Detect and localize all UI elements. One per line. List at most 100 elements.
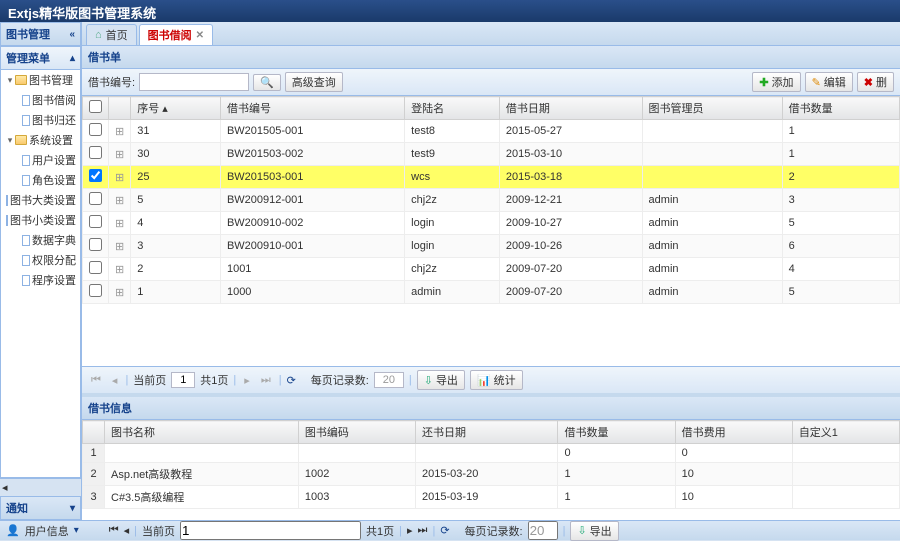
add-button[interactable]: ✚添加 (752, 72, 800, 92)
total-pages-label: 共1页 (200, 372, 228, 388)
page-input[interactable] (171, 372, 195, 388)
row-checkbox[interactable] (89, 192, 102, 205)
close-icon[interactable]: ✕ (196, 30, 204, 41)
table-row[interactable]: 100 (83, 444, 900, 463)
row-checkbox[interactable] (89, 146, 102, 159)
cell: BW200910-001 (220, 235, 404, 258)
export-button[interactable]: ⇩导出 (417, 370, 465, 390)
expander-icon[interactable]: ▾ (5, 135, 15, 146)
footer-export-button[interactable]: ⇩导出 (570, 521, 618, 541)
tree-node[interactable]: 图书大类设置 (1, 190, 80, 210)
row-expander-icon[interactable]: ⊞ (109, 235, 131, 258)
export-icon: ⇩ (577, 524, 586, 537)
column-header[interactable]: 序号 ▴ (131, 97, 221, 120)
table-row[interactable]: ⊞4BW200910-002login2009-10-27admin5 (83, 212, 900, 235)
edit-button[interactable]: ✎编辑 (805, 72, 853, 92)
row-checkbox[interactable] (89, 261, 102, 274)
row-expander-icon[interactable]: ⊞ (109, 143, 131, 166)
row-checkbox[interactable] (89, 238, 102, 251)
table-row[interactable]: ⊞25BW201503-001wcs2015-03-182 (83, 166, 900, 189)
column-header[interactable]: 借书编号 (220, 97, 404, 120)
perpage-input[interactable] (374, 372, 404, 388)
row-expander-icon[interactable]: ⊞ (109, 212, 131, 235)
delete-button[interactable]: ✖删 (857, 72, 894, 92)
footer-perpage-label: 每页记录数: (465, 523, 523, 539)
column-header[interactable]: 借书数量 (782, 97, 899, 120)
row-expander-icon[interactable]: ⊞ (109, 166, 131, 189)
footer-page-input[interactable] (180, 521, 361, 540)
refresh-icon[interactable]: ⟳ (287, 374, 296, 387)
tree-node[interactable]: 用户设置 (1, 150, 80, 170)
footer-perpage-input[interactable] (528, 521, 558, 540)
user-info-label[interactable]: 用户信息 (25, 523, 69, 539)
user-expand-icon[interactable]: ▾ (74, 525, 79, 536)
table-row[interactable]: 2Asp.net高级教程10022015-03-20110 (83, 463, 900, 486)
table-row[interactable]: ⊞3BW200910-001login2009-10-26admin6 (83, 235, 900, 258)
footer-refresh-icon[interactable]: ⟳ (440, 524, 449, 537)
row-checkbox[interactable] (89, 169, 102, 182)
table-row[interactable]: ⊞31BW201505-001test82015-05-271 (83, 120, 900, 143)
tab[interactable]: ⌂首页 (86, 24, 137, 45)
cell: 1 (782, 120, 899, 143)
tree-node[interactable]: 程序设置 (1, 270, 80, 290)
adv-search-button[interactable]: 高级查询 (285, 72, 343, 92)
expander-icon[interactable]: ▾ (5, 75, 15, 86)
column-header[interactable]: 借书数量 (558, 421, 675, 444)
last-page-button[interactable]: ⏭ (258, 374, 274, 387)
leaf-icon (22, 115, 30, 126)
table-row[interactable]: 3C#3.5高级编程10032015-03-19110 (83, 486, 900, 509)
tree-node[interactable]: 角色设置 (1, 170, 80, 190)
expand-down-icon[interactable]: ▾ (70, 503, 75, 514)
select-all-checkbox[interactable] (89, 100, 102, 113)
column-header[interactable]: 借书日期 (499, 97, 642, 120)
tree-node[interactable]: 图书归还 (1, 110, 80, 130)
row-expander-icon[interactable]: ⊞ (109, 258, 131, 281)
column-header[interactable]: 还书日期 (416, 421, 558, 444)
row-expander-icon[interactable]: ⊞ (109, 281, 131, 304)
footer-last-button[interactable]: ⏭ (418, 524, 428, 537)
column-header[interactable]: 借书费用 (675, 421, 792, 444)
row-checkbox[interactable] (89, 123, 102, 136)
collapse-up-icon[interactable]: ▴ (70, 53, 75, 64)
stat-button[interactable]: 📊统计 (470, 370, 523, 390)
table-row[interactable]: ⊞21001chj2z2009-07-20admin4 (83, 258, 900, 281)
tree-scroll-left[interactable]: ◂ (0, 478, 81, 496)
tree-node[interactable]: 权限分配 (1, 250, 80, 270)
column-header[interactable]: 自定义1 (792, 421, 899, 444)
collapse-left-icon[interactable]: « (69, 29, 75, 40)
column-header[interactable] (83, 97, 109, 120)
table-row[interactable]: ⊞11000admin2009-07-20admin5 (83, 281, 900, 304)
row-checkbox[interactable] (89, 215, 102, 228)
next-page-button[interactable]: ▸ (241, 374, 253, 387)
column-header[interactable] (83, 421, 105, 444)
column-header[interactable] (109, 97, 131, 120)
tree-node[interactable]: 图书借阅 (1, 90, 80, 110)
tree-node[interactable]: ▾ 图书管理 (1, 70, 80, 90)
tree-node[interactable]: ▾系统设置 (1, 130, 80, 150)
column-header[interactable]: 图书名称 (105, 421, 299, 444)
cell (642, 143, 782, 166)
cell: 1 (782, 143, 899, 166)
search-input[interactable] (139, 73, 249, 91)
table-row[interactable]: ⊞5BW200912-001chj2z2009-12-21admin3 (83, 189, 900, 212)
tree-label: 图书管理 (29, 72, 73, 88)
prev-page-button[interactable]: ◂ (109, 374, 121, 387)
tree-node[interactable]: 图书小类设置 (1, 210, 80, 230)
row-checkbox[interactable] (89, 284, 102, 297)
tree-label: 权限分配 (32, 252, 76, 268)
tree-node[interactable]: 数据字典 (1, 230, 80, 250)
column-header[interactable]: 图书管理员 (642, 97, 782, 120)
footer-prev-button[interactable]: ◂ (124, 524, 130, 537)
search-button[interactable]: 🔍 (253, 74, 281, 91)
table-row[interactable]: ⊞30BW201503-002test92015-03-101 (83, 143, 900, 166)
cell: 4 (782, 258, 899, 281)
tab[interactable]: 图书借阅✕ (139, 24, 213, 45)
row-expander-icon[interactable]: ⊞ (109, 189, 131, 212)
first-page-button[interactable]: ⏮ (88, 374, 104, 387)
footer-next-button[interactable]: ▸ (407, 524, 413, 537)
column-header[interactable]: 图书编码 (298, 421, 415, 444)
notice-header[interactable]: 通知 ▾ (0, 496, 81, 520)
row-expander-icon[interactable]: ⊞ (109, 120, 131, 143)
footer-first-button[interactable]: ⏮ (109, 524, 119, 537)
column-header[interactable]: 登陆名 (405, 97, 500, 120)
